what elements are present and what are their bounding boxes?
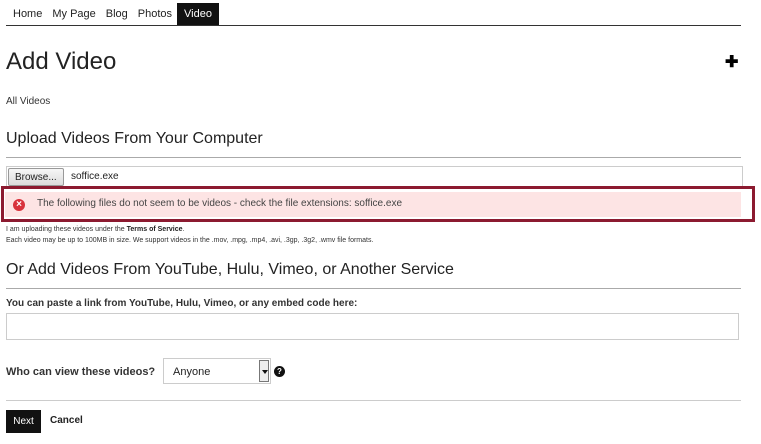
file-upload-field[interactable]: Browse... soffice.exe — [6, 166, 743, 188]
embed-label: You can paste a link from YouTube, Hulu,… — [6, 298, 358, 309]
terms-suffix: . — [182, 226, 185, 233]
actions-divider — [6, 400, 741, 401]
embed-code-input[interactable] — [6, 313, 739, 340]
plus-icon[interactable]: ✚ — [725, 52, 738, 72]
nav-my-page[interactable]: My Page — [47, 3, 100, 26]
terms-prefix: I am uploading these videos under the — [6, 226, 127, 233]
selected-file-name: soffice.exe — [71, 171, 119, 182]
nav-blog[interactable]: Blog — [101, 3, 133, 26]
nav-home[interactable]: Home — [6, 3, 47, 26]
top-nav: Home My Page Blog Photos Video — [6, 3, 219, 26]
chevron-down-icon[interactable] — [259, 360, 269, 382]
cancel-link[interactable]: Cancel — [50, 415, 83, 426]
embed-divider — [6, 288, 741, 289]
terms-of-service-link[interactable]: Terms of Service — [127, 226, 183, 233]
browse-button[interactable]: Browse... — [8, 168, 64, 186]
size-note: Each video may be up to 100MB in size. W… — [6, 237, 374, 244]
page-title: Add Video — [6, 48, 117, 75]
upload-heading: Upload Videos From Your Computer — [6, 130, 263, 147]
nav-photos[interactable]: Photos — [133, 3, 177, 26]
all-videos-link[interactable]: All Videos — [6, 96, 50, 107]
question-icon[interactable]: ? — [274, 366, 285, 377]
error-highlight-outline — [1, 186, 755, 222]
nav-video[interactable]: Video — [177, 3, 219, 26]
embed-heading: Or Add Videos From YouTube, Hulu, Vimeo,… — [6, 261, 454, 278]
privacy-select[interactable]: Anyone — [163, 358, 271, 384]
terms-note: I am uploading these videos under the Te… — [6, 224, 373, 246]
nav-divider — [6, 25, 741, 26]
upload-divider — [6, 157, 741, 158]
next-button[interactable]: Next — [6, 410, 41, 433]
privacy-label: Who can view these videos? — [6, 366, 156, 378]
privacy-selected-value: Anyone — [173, 366, 211, 378]
